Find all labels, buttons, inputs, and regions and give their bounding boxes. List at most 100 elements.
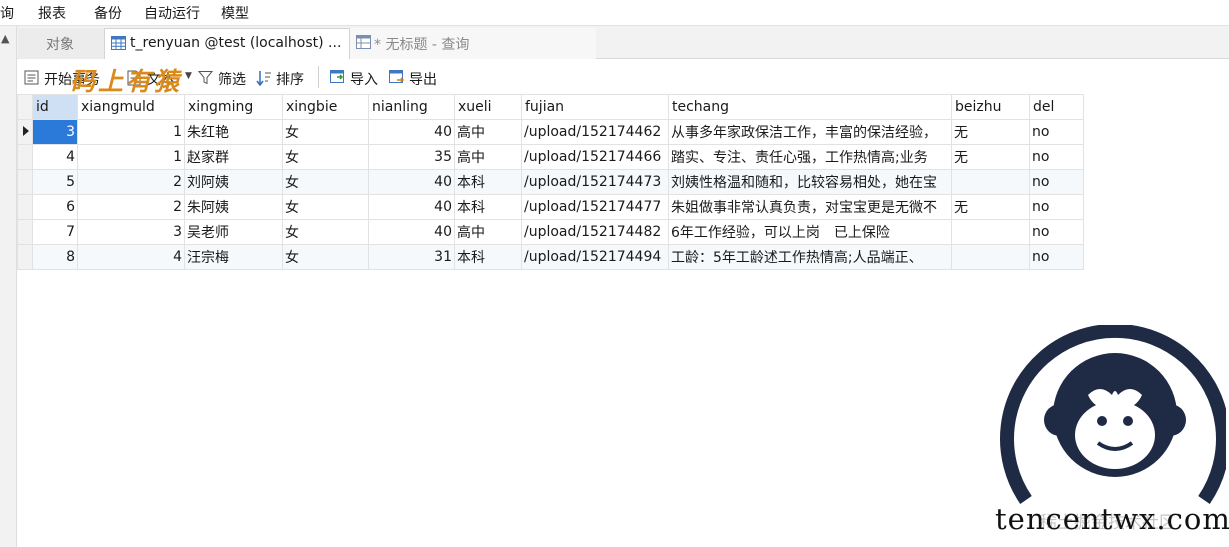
table-row[interactable]: 8 4 汪宗梅 女 31 本科 /upload/152174494 工龄：5年工… (17, 244, 1084, 270)
column-header[interactable]: xueli (454, 94, 522, 120)
column-header[interactable]: beizhu (951, 94, 1030, 120)
cell-id[interactable]: 7 (32, 219, 78, 245)
cell-xingming[interactable]: 汪宗梅 (184, 244, 283, 270)
row-header[interactable] (17, 169, 33, 195)
cell-xingbie[interactable]: 女 (282, 219, 369, 245)
row-header[interactable] (17, 244, 33, 270)
cell-nianling[interactable]: 40 (368, 219, 455, 245)
table-row[interactable]: 3 1 朱红艳 女 40 高中 /upload/152174462 从事多年家政… (17, 119, 1084, 145)
cell-techang[interactable]: 刘姨性格温和随和，比较容易相处，她在宝 (668, 169, 952, 195)
cell-xiangmuld[interactable]: 1 (77, 144, 185, 170)
cell-nianling[interactable]: 40 (368, 119, 455, 145)
tab-objects[interactable]: 对象 (18, 28, 104, 59)
cell-xiangmuld[interactable]: 4 (77, 244, 185, 270)
cell-del[interactable]: no (1029, 144, 1084, 170)
cell-xueli[interactable]: 高中 (454, 219, 522, 245)
cell-xingming[interactable]: 赵家群 (184, 144, 283, 170)
cell-nianling[interactable]: 40 (368, 169, 455, 195)
cell-beizhu[interactable]: 无 (951, 144, 1030, 170)
cell-techang[interactable]: 从事多年家政保洁工作，丰富的保洁经验， (668, 119, 952, 145)
cell-del[interactable]: no (1029, 119, 1084, 145)
cell-id[interactable]: 5 (32, 169, 78, 195)
cell-xingming[interactable]: 朱红艳 (184, 119, 283, 145)
cell-xueli[interactable]: 本科 (454, 194, 522, 220)
cell-fujian[interactable]: /upload/152174466 (521, 144, 669, 170)
chevron-down-icon[interactable]: ▼ (185, 71, 192, 81)
menu-item-query[interactable]: 询 (0, 3, 14, 23)
cell-del[interactable]: no (1029, 169, 1084, 195)
tab-untitled-query[interactable]: * 无标题 - 查询 (350, 28, 596, 59)
cell-xiangmuld[interactable]: 1 (77, 119, 185, 145)
column-header[interactable]: xingming (184, 94, 283, 120)
cell-xingbie[interactable]: 女 (282, 144, 369, 170)
data-grid: id xiangmuld xingming xingbie nianling x… (17, 94, 1084, 270)
menu-item-report[interactable]: 报表 (38, 3, 66, 23)
cell-techang[interactable]: 6年工作经验，可以上岗 已上保险 (668, 219, 952, 245)
cell-techang[interactable]: 踏实、专注、责任心强，工作热情高;业务 (668, 144, 952, 170)
cell-fujian[interactable]: /upload/152174482 (521, 219, 669, 245)
menu-item-automation[interactable]: 自动运行 (144, 3, 200, 23)
cell-id[interactable]: 3 (32, 119, 78, 145)
watermark-site: tencentwx.com (995, 502, 1229, 536)
menu-item-backup[interactable]: 备份 (94, 3, 122, 23)
cell-techang[interactable]: 工龄：5年工龄述工作热情高;人品端正、 (668, 244, 952, 270)
cell-xingming[interactable]: 吴老师 (184, 219, 283, 245)
cell-xueli[interactable]: 本科 (454, 169, 522, 195)
cell-fujian[interactable]: /upload/152174462 (521, 119, 669, 145)
collapse-up-icon[interactable]: ▲ (1, 32, 9, 45)
cell-fujian[interactable]: /upload/152174473 (521, 169, 669, 195)
cell-xingbie[interactable]: 女 (282, 119, 369, 145)
cell-xueli[interactable]: 本科 (454, 244, 522, 270)
table-row[interactable]: 5 2 刘阿姨 女 40 本科 /upload/152174473 刘姨性格温和… (17, 169, 1084, 195)
cell-nianling[interactable]: 35 (368, 144, 455, 170)
query-icon (356, 35, 371, 49)
tab-query-label: * 无标题 - 查询 (374, 37, 470, 53)
cell-xingbie[interactable]: 女 (282, 194, 369, 220)
cell-xingbie[interactable]: 女 (282, 244, 369, 270)
cell-nianling[interactable]: 31 (368, 244, 455, 270)
cell-fujian[interactable]: /upload/152174477 (521, 194, 669, 220)
sort-icon (256, 71, 271, 86)
cell-xueli[interactable]: 高中 (454, 144, 522, 170)
cell-id[interactable]: 4 (32, 144, 78, 170)
column-header[interactable]: fujian (521, 94, 669, 120)
cell-xueli[interactable]: 高中 (454, 119, 522, 145)
cell-id[interactable]: 8 (32, 244, 78, 270)
column-header[interactable]: xingbie (282, 94, 369, 120)
table-row[interactable]: 7 3 吴老师 女 40 高中 /upload/152174482 6年工作经验… (17, 219, 1084, 245)
menu-item-model[interactable]: 模型 (221, 3, 249, 23)
cell-xiangmuld[interactable]: 3 (77, 219, 185, 245)
table-icon (111, 36, 126, 50)
column-header[interactable]: xiangmuld (77, 94, 185, 120)
cell-fujian[interactable]: /upload/152174494 (521, 244, 669, 270)
cell-techang[interactable]: 朱姐做事非常认真负责，对宝宝更是无微不 (668, 194, 952, 220)
row-cursor-icon[interactable] (17, 119, 33, 145)
filter-label: 筛选 (218, 72, 246, 88)
cell-nianling[interactable]: 40 (368, 194, 455, 220)
cell-id[interactable]: 6 (32, 194, 78, 220)
cell-beizhu[interactable]: 无 (951, 194, 1030, 220)
cell-beizhu[interactable] (951, 219, 1030, 245)
cell-xingming[interactable]: 刘阿姨 (184, 169, 283, 195)
cell-xiangmuld[interactable]: 2 (77, 194, 185, 220)
cell-xingming[interactable]: 朱阿姨 (184, 194, 283, 220)
column-header[interactable]: techang (668, 94, 952, 120)
cell-del[interactable]: no (1029, 244, 1084, 270)
row-header[interactable] (17, 144, 33, 170)
cell-xingbie[interactable]: 女 (282, 169, 369, 195)
cell-beizhu[interactable] (951, 169, 1030, 195)
column-header[interactable]: nianling (368, 94, 455, 120)
monkey-logo-icon (1000, 325, 1226, 504)
cell-beizhu[interactable] (951, 244, 1030, 270)
cell-del[interactable]: no (1029, 219, 1084, 245)
table-row[interactable]: 4 1 赵家群 女 35 高中 /upload/152174466 踏实、专注、… (17, 144, 1084, 170)
row-header[interactable] (17, 194, 33, 220)
column-header[interactable]: id (32, 94, 78, 120)
table-row[interactable]: 6 2 朱阿姨 女 40 本科 /upload/152174477 朱姐做事非常… (17, 194, 1084, 220)
cell-xiangmuld[interactable]: 2 (77, 169, 185, 195)
column-header[interactable]: del (1029, 94, 1084, 120)
tab-table-t-renyuan[interactable]: t_renyuan @test (localhost) ... (104, 28, 350, 59)
row-header[interactable] (17, 219, 33, 245)
cell-beizhu[interactable]: 无 (951, 119, 1030, 145)
cell-del[interactable]: no (1029, 194, 1084, 220)
